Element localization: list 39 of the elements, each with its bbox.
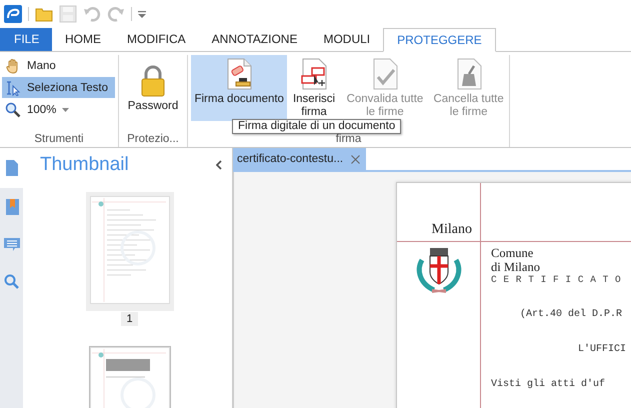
tooltip: Firma digitale di un documento: [232, 119, 402, 134]
signed-document-icon: [225, 58, 254, 90]
text-cursor-icon: [5, 80, 21, 96]
file-menu-button[interactable]: FILE: [0, 28, 52, 51]
customize-dropdown-icon[interactable]: [138, 10, 146, 18]
close-icon[interactable]: [351, 154, 360, 164]
insert-signature-icon: [300, 58, 328, 90]
ribbon-tab[interactable]: ANNOTAZIONE: [198, 28, 310, 51]
document-tab[interactable]: certificato-contestu...: [233, 148, 366, 170]
document-text: Comune: [491, 246, 534, 260]
ribbon-button[interactable]: Password: [122, 55, 184, 121]
group-label: Protezio...: [126, 132, 180, 147]
collapse-icon[interactable]: [216, 160, 222, 170]
document-text: C E R T I F I C A T O: [491, 274, 622, 285]
page-number: 1: [121, 312, 138, 326]
document-text: L'UFFICI: [577, 344, 628, 355]
ribbon-button[interactable]: Inserisci firma: [289, 55, 339, 121]
coat-of-arms-drawing: [414, 246, 464, 296]
tool-button[interactable]: 100%: [2, 99, 115, 120]
padlock-icon: [140, 65, 166, 97]
app-logo-icon[interactable]: [4, 5, 22, 23]
document-check-icon: [370, 58, 399, 90]
ribbon-tab[interactable]: HOME: [52, 28, 114, 51]
ribbon-tab[interactable]: PROTEGGERE: [383, 28, 496, 52]
city-wordmark: Milano: [397, 183, 480, 242]
panel-title: Thumbnail: [40, 154, 129, 176]
group-label: Strumenti: [33, 132, 85, 147]
tool-button[interactable]: Mano: [2, 55, 115, 76]
tool-button[interactable]: Seleziona Testo: [2, 77, 115, 98]
group-label: firma: [334, 132, 362, 147]
document-text: (Art.40 del D.P.R: [519, 309, 624, 320]
document-text: di Milano: [491, 260, 541, 274]
ribbon-tab[interactable]: MODIFICA: [114, 28, 199, 51]
page-thumbnail[interactable]: [90, 196, 170, 304]
document-text: Visti gli atti d'uf: [491, 379, 606, 390]
magnifier-icon: [5, 102, 21, 118]
ribbon-tab[interactable]: MODULI: [310, 28, 384, 51]
ribbon-button[interactable]: Firma documento: [191, 55, 288, 121]
document-brush-icon: [454, 58, 483, 90]
